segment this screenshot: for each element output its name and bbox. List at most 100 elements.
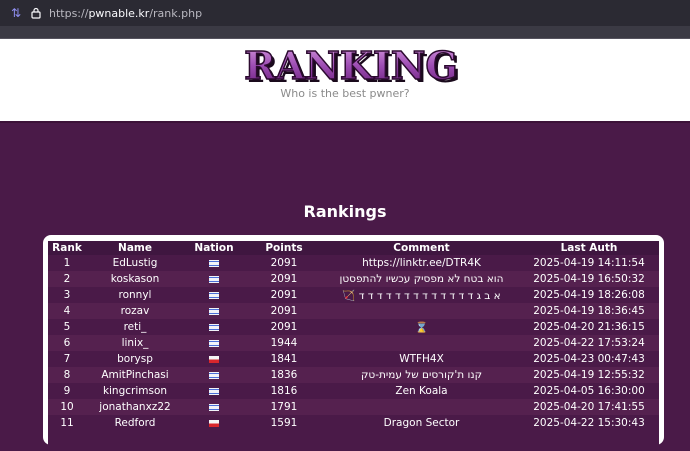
name-cell: EdLustig: [112, 257, 158, 269]
browser-url-bar[interactable]: ⇅ https://pwnable.kr/rank.php: [0, 0, 690, 26]
rank-cell: 5: [63, 321, 71, 333]
poland-flag-icon: [209, 355, 219, 363]
israel-flag-icon: [209, 403, 219, 411]
israel-flag-icon: [209, 307, 219, 315]
column-header-last-auth: Last Auth: [519, 241, 659, 255]
last-auth-cell: 2025-04-22 17:53:24: [519, 335, 659, 351]
name-cell: Redford: [114, 417, 156, 429]
nation-cell: [184, 303, 244, 319]
table-row: 1 EdLustig 2091 https://linktr.ee/DTR4K 2025…: [48, 255, 659, 271]
table-row: 6 linix_ 1944 2025-04-22 17:53:24: [48, 335, 659, 351]
nation-cell: [184, 335, 244, 351]
name-cell: kingcrimson: [102, 385, 168, 397]
comment-cell: הוא בטח לא מפסיק עכשיו להתפסטן: [324, 271, 519, 287]
last-auth-cell: 2025-04-19 14:11:54: [533, 257, 645, 269]
israel-flag-icon: [209, 291, 219, 299]
url-text[interactable]: https://pwnable.kr/rank.php: [49, 7, 202, 20]
name-cell: koskason: [86, 271, 184, 287]
points-cell: 2091: [244, 303, 324, 319]
last-auth-cell: 2025-04-22 15:30:43: [533, 417, 645, 429]
nation-cell: [184, 255, 244, 271]
comment-cell: Dragon Sector: [383, 417, 460, 429]
header-divider: [0, 121, 690, 123]
poland-flag-icon: [209, 419, 219, 427]
comment-cell: https://linktr.ee/DTR4K: [362, 257, 481, 269]
column-header-comment: Comment: [324, 241, 519, 255]
table-row: 4 rozav 2091 2025-04-19 18:36:45: [48, 303, 659, 319]
table-row: 11 Redford 1591 Dragon Sector 2025-04-22 15:…: [48, 415, 659, 431]
table-header-row: Rank Name Nation Points Comment Last Aut…: [48, 241, 659, 255]
points-cell: 1591: [270, 417, 298, 429]
name-cell: jonathanxz22: [86, 399, 184, 415]
rank-cell: 2: [48, 271, 86, 287]
url-host: pwnable.kr: [88, 6, 150, 20]
name-cell: AmitPinchasi: [86, 367, 184, 383]
rank-cell: 10: [48, 399, 86, 415]
last-auth-cell: 2025-04-19 12:55:32: [519, 367, 659, 383]
israel-flag-icon: [209, 371, 219, 379]
points-cell: 2091: [270, 289, 298, 301]
points-cell: 2091: [270, 321, 298, 333]
table-row: 8 AmitPinchasi 1836 קנו ת'קורסים של עמית-טק…: [48, 367, 659, 383]
table-row: 3 ronnyl 2091 א ב ג ד ד ד ד ד ד ד ד ד ד ד ד…: [48, 287, 659, 303]
nation-cell: [184, 287, 244, 303]
comment-cell: ⌛: [414, 321, 429, 334]
israel-flag-icon: [209, 275, 219, 283]
points-cell: 1841: [270, 353, 298, 365]
comment-cell: [324, 303, 519, 319]
nation-cell: [184, 415, 244, 431]
column-header-rank: Rank: [48, 241, 86, 255]
svg-text:RANKING: RANKING: [244, 44, 458, 88]
rankings-table-frame: Rank Name Nation Points Comment Last Aut…: [43, 235, 664, 451]
site-header: RANKING RANKING Who is the best pwner?: [0, 39, 690, 121]
column-header-points: Points: [244, 241, 324, 255]
name-cell: linix_: [86, 335, 184, 351]
nation-cell: [184, 367, 244, 383]
url-path: /rank.php: [149, 6, 203, 20]
toolbar-separator: [0, 26, 690, 39]
name-cell: rozav: [86, 303, 184, 319]
points-cell: 1944: [244, 335, 324, 351]
name-cell: ronnyl: [118, 289, 152, 301]
rankings-table-body: 1 EdLustig 2091 https://linktr.ee/DTR4K 2025…: [48, 255, 659, 431]
table-row: 7 borysp 1841 WTFH4X 2025-04-23 00:47:43: [48, 351, 659, 367]
url-prefix: https://: [49, 6, 89, 20]
last-auth-cell: 2025-04-19 18:36:45: [519, 303, 659, 319]
israel-flag-icon: [209, 259, 219, 267]
nation-cell: [184, 319, 244, 335]
rankings-table: Rank Name Nation Points Comment Last Aut…: [48, 241, 659, 431]
comment-cell: WTFH4X: [399, 353, 444, 365]
points-cell: 2091: [244, 271, 324, 287]
rank-cell: 11: [60, 417, 74, 429]
rank-cell: 9: [63, 385, 71, 397]
lock-icon[interactable]: [31, 7, 41, 19]
rank-cell: 3: [63, 289, 71, 301]
points-cell: 1791: [244, 399, 324, 415]
israel-flag-icon: [209, 339, 219, 347]
rank-cell: 4: [48, 303, 86, 319]
nation-cell: [184, 271, 244, 287]
rankings-table-container[interactable]: Rank Name Nation Points Comment Last Aut…: [48, 241, 659, 451]
last-auth-cell: 2025-04-19 16:50:32: [519, 271, 659, 287]
last-auth-cell: 2025-04-23 00:47:43: [533, 353, 645, 365]
rank-cell: 6: [48, 335, 86, 351]
name-cell: reti_: [123, 321, 147, 333]
site-settings-icon[interactable]: ⇅: [9, 6, 23, 20]
table-row: 2 koskason 2091 הוא בטח לא מפסיק עכשיו להתפ…: [48, 271, 659, 287]
ranking-logo: RANKING RANKING: [243, 44, 461, 88]
comment-cell: [324, 399, 519, 415]
points-cell: 1836: [244, 367, 324, 383]
table-row: 5 reti_ 2091 ⌛ 2025-04-20 21:36:15: [48, 319, 659, 335]
comment-cell: א ב ג ד ד ד ד ד ד ד ד ד ד ד ד ד 🏹: [342, 289, 501, 302]
column-header-name: Name: [86, 241, 184, 255]
table-row: 9 kingcrimson 1816 Zen Koala 2025-04-05 16:3…: [48, 383, 659, 399]
rank-cell: 7: [63, 353, 71, 365]
name-cell: borysp: [117, 353, 153, 365]
last-auth-cell: 2025-04-05 16:30:00: [533, 385, 645, 397]
comment-cell: Zen Koala: [395, 385, 448, 397]
nation-cell: [184, 383, 244, 399]
rank-cell: 8: [48, 367, 86, 383]
last-auth-cell: 2025-04-20 21:36:15: [533, 321, 645, 333]
page-title: Rankings: [303, 202, 387, 221]
rank-cell: 1: [63, 257, 71, 269]
